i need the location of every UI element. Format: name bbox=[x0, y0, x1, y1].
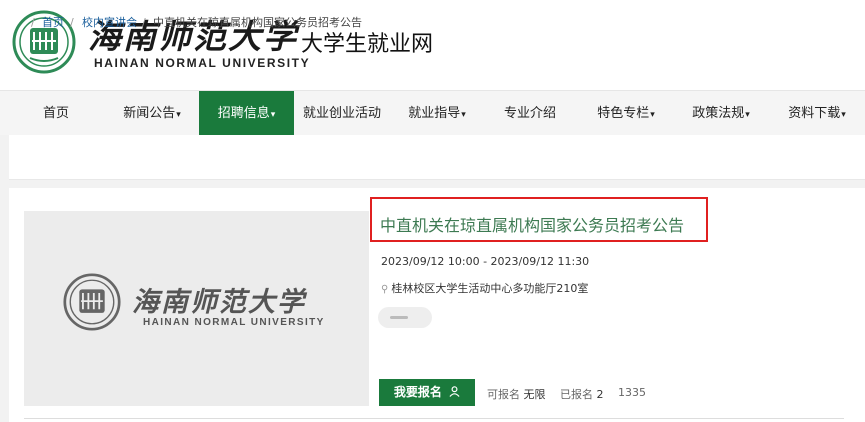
signup-button-label: 我要报名 bbox=[393, 385, 442, 399]
signed-stat: 已报名 2 bbox=[560, 386, 604, 402]
nav-item-recruitment[interactable]: 招聘信息▾ bbox=[199, 91, 294, 136]
thumbnail-name-cn: 海南师范大学 bbox=[132, 287, 306, 318]
signup-button[interactable]: 我要报名 bbox=[379, 379, 475, 406]
event-title[interactable]: 中直机关在琼直属机构国家公务员招考公告 bbox=[380, 212, 684, 236]
user-icon bbox=[449, 386, 460, 397]
breadcrumb-home[interactable]: 首页 bbox=[42, 0, 64, 45]
tag-placeholder bbox=[390, 316, 408, 319]
caret-down-icon: ▾ bbox=[176, 110, 181, 120]
nav-item-home[interactable]: 首页 bbox=[25, 91, 87, 136]
nav-item-guidance[interactable]: 就业指导▾ bbox=[396, 91, 478, 136]
caret-down-icon: ▾ bbox=[461, 110, 466, 120]
caret-down-icon: ▾ bbox=[650, 110, 655, 120]
signed-value: 2 bbox=[596, 388, 604, 401]
view-count: 1335 bbox=[618, 386, 646, 399]
university-name-en: HAINAN NORMAL UNIVERSITY bbox=[94, 56, 311, 70]
breadcrumb-separator: / bbox=[31, 16, 35, 29]
breadcrumb-current: 中直机关在琼直属机构国家公务员招考公告 bbox=[153, 16, 362, 29]
caret-down-icon: ▾ bbox=[270, 110, 276, 120]
nav-item-activities[interactable]: 就业创业活动 bbox=[297, 91, 387, 136]
signed-label: 已报名 bbox=[560, 388, 593, 401]
event-tag bbox=[378, 307, 432, 328]
event-place-text: 桂林校区大学生活动中心多功能厅210室 bbox=[391, 282, 589, 295]
event-time: 2023/09/12 10:00 - 2023/09/12 11:30 bbox=[381, 255, 590, 268]
breadcrumb-campus-talks[interactable]: 校内宣讲会 bbox=[82, 0, 137, 45]
event-thumbnail[interactable]: 海南师范大学 HAINAN NORMAL UNIVERSITY bbox=[24, 211, 369, 406]
caret-down-icon: ▾ bbox=[745, 110, 750, 120]
nav-item-majors[interactable]: 专业介绍 bbox=[495, 91, 565, 136]
breadcrumb-separator: / bbox=[142, 16, 146, 29]
caret-down-icon: ▾ bbox=[841, 110, 846, 120]
nav-item-downloads[interactable]: 资料下载▾ bbox=[776, 91, 858, 136]
nav-item-featured[interactable]: 特色专栏▾ bbox=[585, 91, 667, 136]
breadcrumb-separator: / bbox=[70, 16, 74, 29]
main-nav: 首页 新闻公告▾ 招聘信息▾ 就业创业活动 就业指导▾ 专业介绍 特色专栏▾ 政… bbox=[0, 90, 865, 136]
breadcrumb bbox=[9, 135, 865, 180]
university-emblem-icon bbox=[63, 273, 121, 331]
nav-item-news[interactable]: 新闻公告▾ bbox=[112, 91, 192, 136]
event-place: ⚲ 桂林校区大学生活动中心多功能厅210室 bbox=[381, 280, 588, 296]
location-pin-icon: ⚲ bbox=[381, 284, 389, 295]
nav-item-policies[interactable]: 政策法规▾ bbox=[680, 91, 762, 136]
can-signup-value: 无限 bbox=[523, 388, 546, 401]
divider bbox=[24, 418, 844, 419]
thumbnail-name-en: HAINAN NORMAL UNIVERSITY bbox=[143, 317, 325, 328]
can-signup-label: 可报名 bbox=[487, 388, 520, 401]
can-signup-stat: 可报名 无限 bbox=[487, 386, 546, 402]
